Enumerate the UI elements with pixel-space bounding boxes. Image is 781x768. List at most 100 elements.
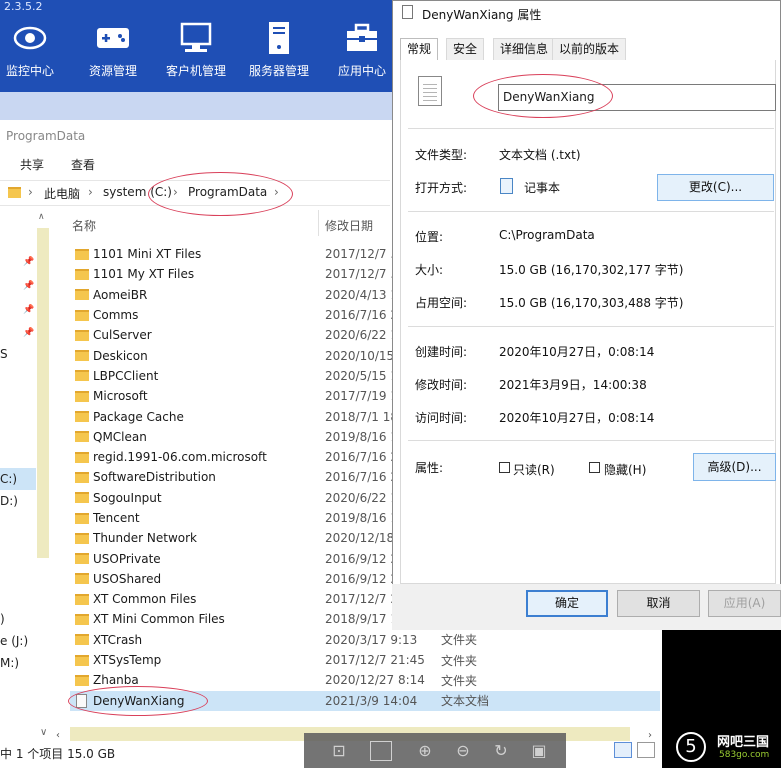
- toolbar-monitor-center[interactable]: 监控中心: [0, 20, 69, 79]
- file-name: Microsoft: [93, 389, 148, 404]
- file-type-label: 文件类型:: [415, 148, 468, 162]
- folder-icon: [75, 573, 89, 585]
- scroll-right-icon[interactable]: ›: [648, 730, 652, 741]
- zoom-out-icon[interactable]: ⊖: [452, 741, 474, 761]
- folder-icon: [75, 289, 89, 301]
- folder-icon: [75, 613, 89, 625]
- nav-scrollbar[interactable]: [37, 228, 49, 558]
- rotate-icon[interactable]: ↻: [490, 741, 512, 761]
- watermark-logo: 5: [676, 732, 706, 762]
- folder-icon: [75, 309, 89, 321]
- watermark-brand: 网吧三国: [717, 735, 770, 750]
- created-label: 创建时间:: [415, 345, 468, 359]
- computer-icon: [157, 20, 235, 56]
- accessed-value: 2020年10月27日，0:08:14: [499, 411, 655, 425]
- file-name: SoftwareDistribution: [93, 470, 216, 485]
- nav-item-m[interactable]: M:): [0, 656, 19, 670]
- nav-item[interactable]: ): [0, 612, 5, 626]
- file-name: XTSysTemp: [93, 653, 162, 668]
- nav-item-d[interactable]: D:): [0, 494, 18, 508]
- column-header-name[interactable]: 名称: [72, 217, 96, 234]
- column-divider[interactable]: [318, 210, 319, 236]
- apply-button[interactable]: 应用(A): [708, 590, 781, 617]
- tab-details[interactable]: 详细信息: [493, 38, 556, 60]
- save-icon[interactable]: ▣: [528, 741, 550, 761]
- pin-icon[interactable]: 📌: [23, 281, 34, 291]
- file-name: CulServer: [93, 328, 152, 343]
- tab-previous-versions[interactable]: 以前的版本: [552, 38, 627, 60]
- tab-security[interactable]: 安全: [446, 38, 485, 60]
- nav-item[interactable]: S: [0, 347, 8, 361]
- folder-icon: [75, 451, 89, 463]
- fit-window-icon[interactable]: [370, 741, 392, 761]
- ok-button[interactable]: 确定: [526, 590, 608, 617]
- modified-value: 2021年3月9日，14:00:38: [499, 378, 647, 392]
- file-date: 2020/3/17 9:13: [325, 632, 418, 647]
- divider: [408, 326, 774, 327]
- chevron-up-icon[interactable]: ∧: [38, 212, 45, 222]
- pin-icon[interactable]: 📌: [23, 257, 34, 267]
- zoom-in-icon[interactable]: ⊕: [414, 741, 436, 761]
- toolbar-server-management[interactable]: 服务器管理: [240, 20, 318, 79]
- nav-item-system-c[interactable]: C:): [0, 472, 17, 486]
- divider: [408, 128, 774, 129]
- tab-general[interactable]: 常规: [400, 38, 439, 61]
- folder-icon: [75, 390, 89, 402]
- ribbon-tab-share[interactable]: 共享: [20, 156, 44, 173]
- open-with-label: 打开方式:: [415, 181, 468, 195]
- created-value: 2020年10月27日，0:08:14: [499, 345, 655, 359]
- accessed-label: 访问时间:: [415, 411, 468, 425]
- list-item[interactable]: XTSysTemp 2017/12/7 21:45 文件夹: [70, 650, 660, 670]
- file-type-value: 文本文档 (.txt): [499, 148, 581, 162]
- file-name: USOShared: [93, 571, 162, 586]
- folder-icon: [75, 370, 89, 382]
- pin-icon[interactable]: 📌: [23, 305, 34, 315]
- file-name: AomeiBR: [93, 287, 148, 302]
- breadcrumb-this-pc[interactable]: 此电脑: [44, 185, 80, 202]
- folder-icon: [75, 329, 89, 341]
- file-name: Package Cache: [93, 409, 184, 424]
- file-name: Deskicon: [93, 348, 148, 363]
- monitor-eye-icon: [0, 20, 69, 56]
- toolbar-app-center[interactable]: 应用中心: [323, 20, 401, 79]
- readonly-checkbox[interactable]: [499, 462, 510, 473]
- text-file-icon: [402, 5, 413, 19]
- annotation-ellipse: [68, 686, 208, 716]
- attributes-label: 属性:: [415, 461, 444, 475]
- divider: [408, 211, 774, 212]
- hidden-checkbox[interactable]: [589, 462, 600, 473]
- app-version: 2.3.5.2: [4, 0, 43, 13]
- large-icons-view-icon[interactable]: [637, 742, 655, 758]
- file-name: Thunder Network: [93, 531, 197, 546]
- nav-item-j[interactable]: e (J:): [0, 634, 28, 648]
- chevron-down-icon[interactable]: ∨: [40, 727, 47, 738]
- pin-icon[interactable]: 📌: [23, 328, 34, 338]
- folder-icon: [75, 593, 89, 605]
- toolbar-resource-management[interactable]: 资源管理: [74, 20, 152, 79]
- folder-icon: [75, 268, 89, 280]
- file-type: 文件夹: [441, 653, 478, 668]
- ribbon-tab-view[interactable]: 查看: [71, 156, 95, 173]
- toolbar-label: 客户机管理: [165, 64, 226, 78]
- change-button[interactable]: 更改(C)...: [657, 174, 774, 201]
- list-item[interactable]: XTCrash 2020/3/17 9:13 文件夹: [70, 630, 660, 650]
- actual-size-icon[interactable]: ⊡: [328, 741, 350, 761]
- folder-icon: [75, 553, 89, 565]
- readonly-label[interactable]: 只读(R): [513, 461, 555, 478]
- annotation-ellipse: [473, 74, 613, 118]
- folder-icon: [75, 411, 89, 423]
- advanced-button[interactable]: 高级(D)...: [693, 453, 776, 481]
- file-name: 1101 My XT Files: [93, 267, 195, 282]
- folder-icon: [75, 654, 89, 666]
- details-view-icon[interactable]: [614, 742, 632, 758]
- file-name: 1101 Mini XT Files: [93, 247, 202, 262]
- file-name: LBPCClient: [93, 368, 159, 383]
- scroll-left-icon[interactable]: ‹: [56, 730, 60, 741]
- column-header-date[interactable]: 修改日期: [325, 217, 373, 234]
- hidden-label[interactable]: 隐藏(H): [604, 461, 646, 478]
- size-on-disk-value: 15.0 GB (16,170,303,488 字节): [499, 296, 684, 310]
- folder-icon: [75, 532, 89, 544]
- toolbar-client-management[interactable]: 客户机管理: [157, 20, 235, 79]
- cancel-button[interactable]: 取消: [617, 590, 700, 617]
- file-name: Tencent: [93, 511, 140, 525]
